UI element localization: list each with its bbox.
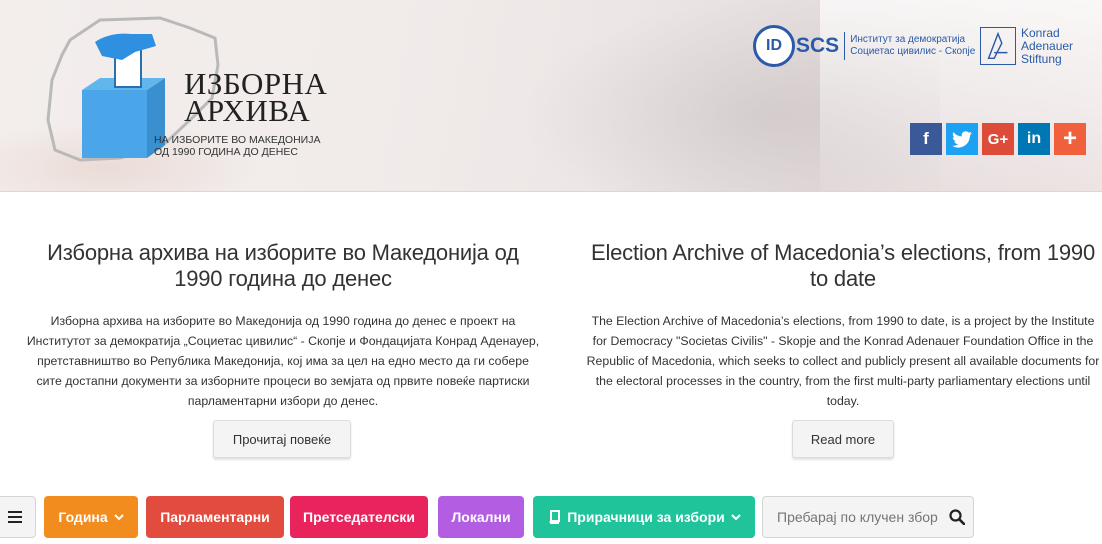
- kas-caption-line3: Stiftung: [1021, 52, 1062, 66]
- kas-logo[interactable]: Konrad Adenauer Stiftung: [980, 27, 1073, 66]
- intro-en-title: Election Archive of Macedonia’s election…: [590, 240, 1096, 291]
- intro-mk-title: Изборна архива на изборите во Македонија…: [47, 240, 519, 291]
- book-icon: [549, 510, 561, 524]
- idscs-divider: [844, 32, 846, 60]
- handbooks-dropdown-button[interactable]: Прирачници за избори: [533, 496, 755, 538]
- hamburger-icon: [8, 511, 22, 523]
- search-input[interactable]: [777, 509, 943, 525]
- logo-title-line2: АРХИВА: [184, 93, 311, 128]
- logo-subtitle: НА ИЗБОРИТЕ ВО МАКЕДОНИЈА ОД 1990 ГОДИНА…: [154, 134, 321, 158]
- logo-title: ИЗБОРНА АРХИВА: [184, 68, 327, 128]
- idscs-caption-line2: Социетас цивилис - Скопје: [850, 46, 976, 57]
- year-dropdown-button[interactable]: Година: [44, 496, 138, 538]
- google-plus-icon[interactable]: G+: [982, 123, 1014, 155]
- search-icon[interactable]: [949, 509, 965, 525]
- more-share-icon[interactable]: +: [1054, 123, 1086, 155]
- chevron-down-icon: [113, 513, 124, 520]
- menu-button[interactable]: [0, 496, 36, 538]
- read-more-mk-button[interactable]: Прочитај повеќе: [213, 420, 351, 458]
- idscs-caption-line1: Институт за демократија: [850, 34, 966, 45]
- chevron-down-icon: [731, 513, 741, 520]
- logo-subtitle-line2: ОД 1990 ГОДИНА ДО ДЕНЕС: [154, 146, 298, 158]
- kas-caption: Konrad Adenauer Stiftung: [1021, 27, 1073, 66]
- logo-subtitle-line1: НА ИЗБОРИТЕ ВО МАКЕДОНИЈА: [154, 134, 321, 146]
- presidential-button[interactable]: Претседателски: [290, 496, 428, 538]
- linkedin-icon[interactable]: in: [1018, 123, 1050, 155]
- social-share-bar: f G+ in +: [910, 123, 1086, 155]
- intro-mk-body: Изборна архива на изборите во Македонија…: [26, 314, 540, 408]
- parliamentary-button[interactable]: Парламентарни: [146, 496, 284, 538]
- idscs-caption: Институт за демократија Социетас цивилис…: [850, 34, 975, 58]
- handbooks-label: Прирачници за избори: [567, 509, 725, 525]
- idscs-logo[interactable]: ID SCS Институт за демократија Социетас …: [753, 25, 975, 67]
- facebook-icon[interactable]: f: [910, 123, 942, 155]
- kas-emblem-icon: [980, 27, 1016, 65]
- intro-mk: Изборна архива на изборите во Македонија…: [24, 240, 542, 411]
- site-header: ИЗБОРНА АРХИВА НА ИЗБОРИТЕ ВО МАКЕДОНИЈА…: [0, 0, 1102, 192]
- idscs-circle-icon: ID: [753, 25, 795, 67]
- intro-en: Election Archive of Macedonia’s election…: [584, 240, 1102, 411]
- year-label: Година: [58, 509, 108, 525]
- twitter-icon[interactable]: [946, 123, 978, 155]
- search-box: [762, 496, 974, 538]
- idscs-logo-text: SCS: [796, 34, 840, 57]
- read-more-en-button[interactable]: Read more: [792, 420, 894, 458]
- category-nav: Година Парламентарни Претседателски Лока…: [0, 496, 1102, 538]
- intro-en-body: The Election Archive of Macedonia’s elec…: [586, 314, 1100, 408]
- local-button[interactable]: Локални: [438, 496, 524, 538]
